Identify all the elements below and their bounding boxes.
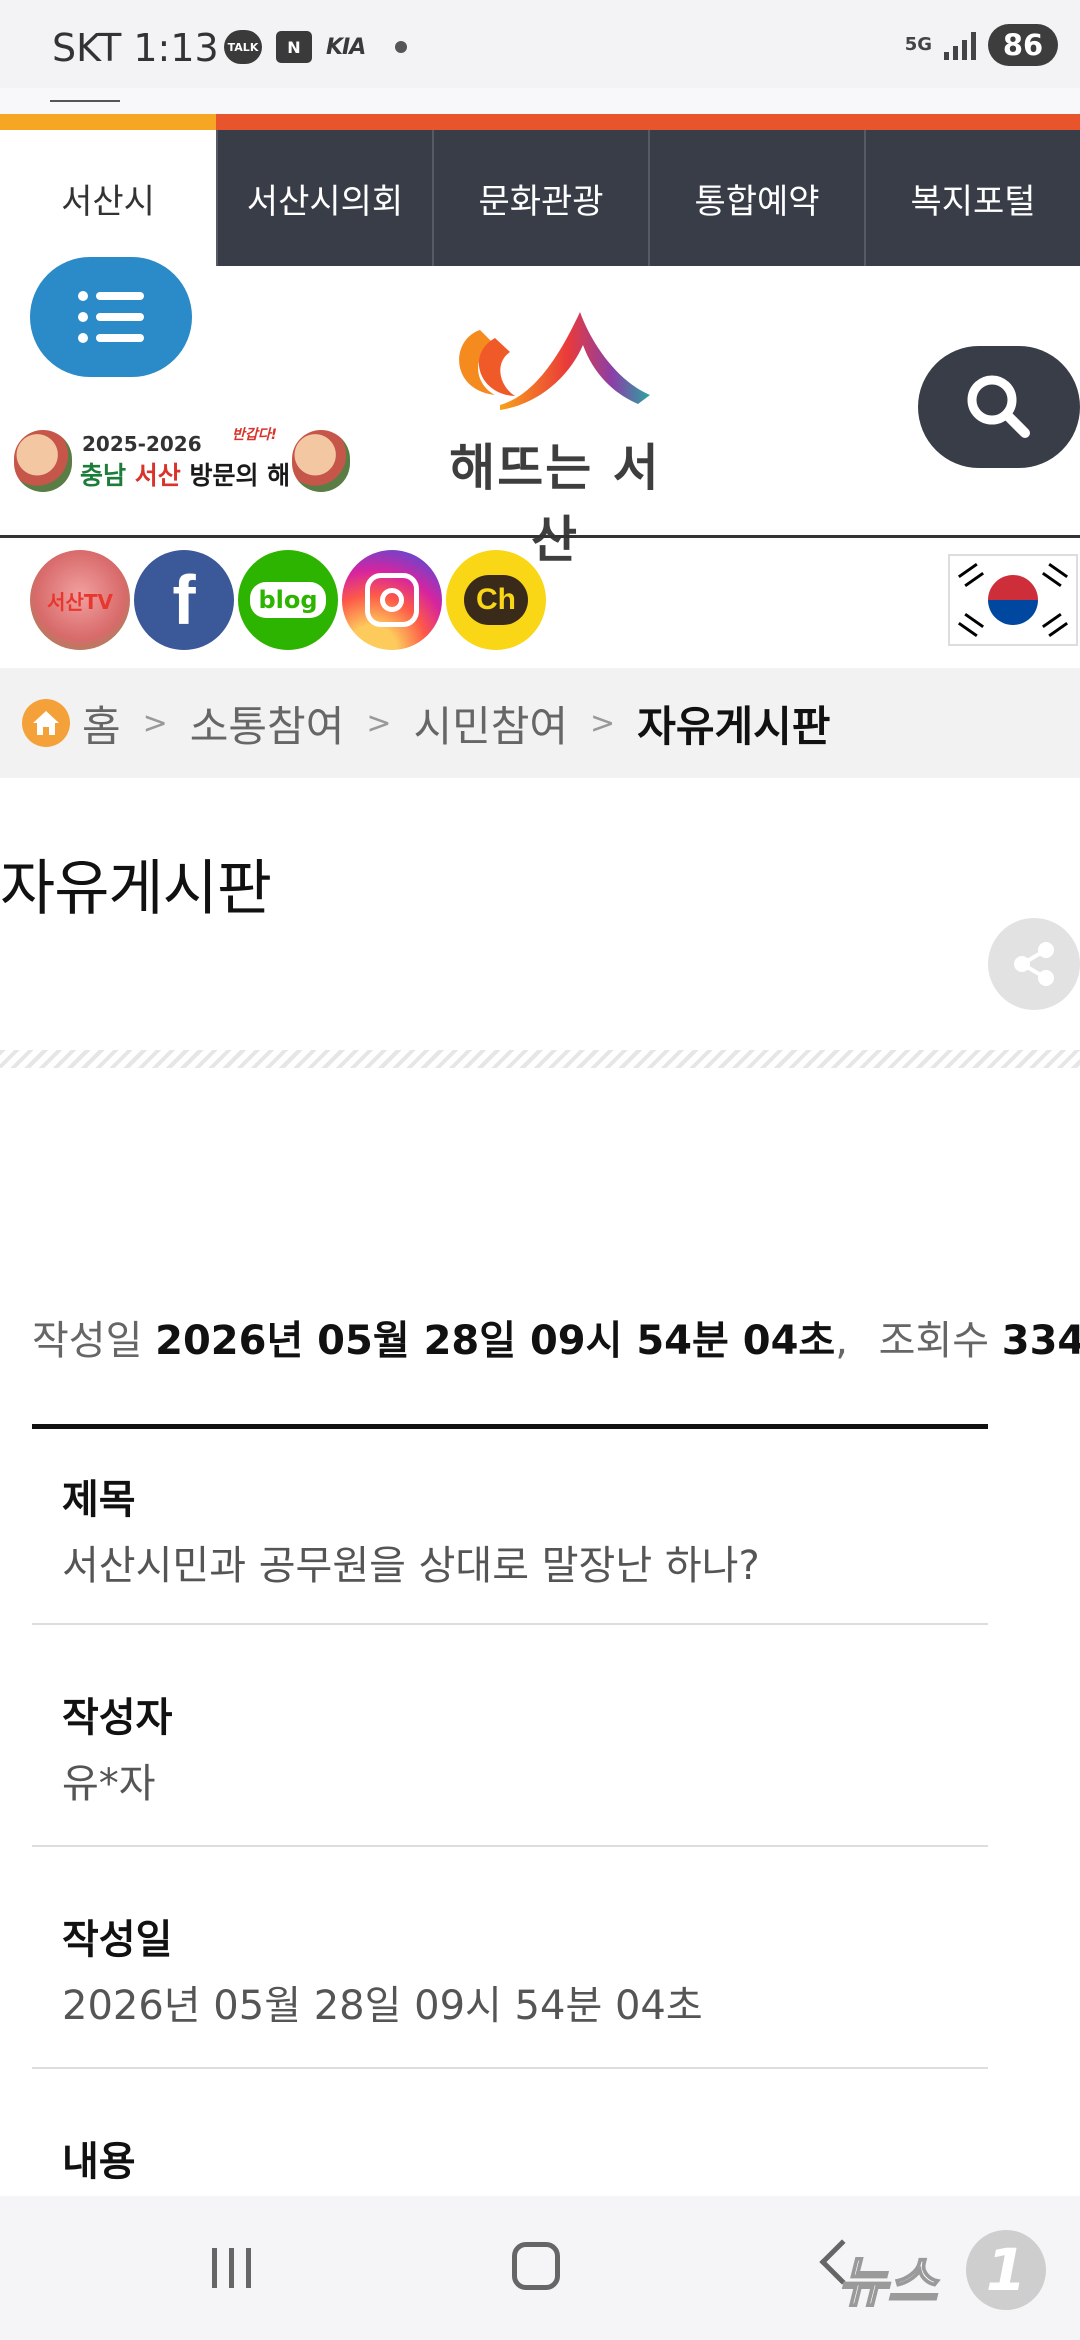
blog-icon: blog: [250, 582, 326, 618]
instagram-link[interactable]: [342, 550, 442, 650]
field-value: 서산시민과 공무원을 상대로 말장난 하나?: [62, 1543, 760, 1589]
system-icons: 5G 86: [905, 24, 1058, 66]
breadcrumb-home[interactable]: 홈: [82, 693, 121, 754]
battery-icon: 86: [988, 24, 1058, 66]
breadcrumb: 홈 > 소통참여 > 시민참여 > 자유게시판: [0, 668, 1080, 778]
field-value: 유*자: [62, 1761, 156, 1807]
news1-logo-icon: 1: [966, 2230, 1046, 2310]
tab-city-council[interactable]: 서산시의회: [216, 130, 432, 266]
sunrise-logo-icon: [459, 312, 650, 410]
field-label: 내용: [62, 2139, 136, 2185]
blog-link[interactable]: blog: [238, 550, 338, 650]
facebook-link[interactable]: f: [134, 550, 234, 650]
kakao-channel-link[interactable]: Ch: [446, 550, 546, 650]
breadcrumb-communication[interactable]: 소통참여: [190, 693, 345, 754]
post-meta: 작성일 2026년 05월 28일 09시 54분 04초, 조회수 334: [32, 1308, 1080, 1366]
home-icon[interactable]: [22, 699, 70, 747]
seosan-tv-link[interactable]: 서산TV: [30, 550, 130, 650]
notification-icons: TALK N KIA: [224, 30, 408, 64]
more-notifications-dot-icon: [395, 41, 408, 53]
breadcrumb-citizen-participation[interactable]: 시민참여: [413, 693, 568, 754]
meta-date-label: 작성일: [32, 1318, 143, 1364]
page-title: 자유게시판: [0, 854, 272, 924]
tab-seosan-city[interactable]: 서산시: [0, 130, 216, 266]
menu-list-icon: [78, 291, 144, 343]
facebook-icon: f: [172, 561, 196, 639]
share-icon: [1014, 942, 1054, 986]
search-icon: [967, 375, 1030, 438]
site-logo[interactable]: 해뜨는 서산: [430, 300, 690, 569]
mascot-right-icon: [292, 430, 350, 492]
tab-integrated-reservation[interactable]: 통합예약: [648, 130, 864, 266]
accent-line-orange: [0, 114, 216, 130]
banner-years: 2025-2026: [82, 432, 202, 456]
kakaotalk-icon: TALK: [224, 30, 262, 64]
header-divider: [0, 535, 1080, 538]
field-label: 작성일: [62, 1917, 173, 1963]
instagram-icon: [365, 573, 419, 627]
visit-year-banner[interactable]: 2025-2026 반갑다! 충남 서산 방문의 해: [14, 420, 350, 500]
post-field-content: 내용: [32, 2069, 988, 2196]
meta-separator: ,: [835, 1318, 848, 1364]
search-button[interactable]: [918, 346, 1080, 468]
network-5g-icon: 5G: [904, 34, 932, 55]
recent-apps-button[interactable]: [212, 2248, 251, 2288]
breadcrumb-current: 자유게시판: [637, 701, 831, 751]
korea-flag-icon: [988, 575, 1038, 625]
field-label: 제목: [62, 1477, 136, 1523]
screen: SKT 1:13 TALK N KIA 5G 86 서산시 서산시의회 문화관광…: [0, 0, 1080, 2340]
kia-icon: KIA: [326, 34, 366, 60]
status-bar: SKT 1:13 TALK N KIA 5G 86: [0, 0, 1080, 88]
scrolled-off-strip: [0, 88, 1080, 114]
banner-slogan: 반갑다!: [232, 427, 278, 443]
kakao-channel-icon: Ch: [464, 575, 528, 625]
field-value: 2026년 05월 28일 09시 54분 04초: [62, 1983, 703, 2029]
share-button[interactable]: [988, 918, 1080, 1010]
post-field-title: 제목 서산시민과 공무원을 상대로 말장난 하나?: [32, 1429, 988, 1625]
banner-title: 충남 서산 방문의 해: [80, 461, 291, 490]
social-links: 서산TV f blog Ch: [30, 550, 546, 650]
hatched-divider: [0, 1050, 1080, 1068]
signal-icon: [944, 30, 976, 60]
chevron-right-icon: >: [590, 705, 616, 741]
chevron-right-icon: >: [366, 705, 392, 741]
strip-icon: [50, 88, 120, 102]
chevron-right-icon: >: [142, 705, 168, 741]
mascot-left-icon: [14, 430, 72, 492]
status-time: SKT 1:13: [52, 26, 219, 70]
tab-culture-tourism[interactable]: 문화관광: [432, 130, 648, 266]
shopping-bag-icon: N: [276, 31, 312, 63]
seosan-tv-icon: 서산TV: [47, 589, 113, 614]
site-tabs: 서산시 서산시의회 문화관광 통합예약 복지포털: [0, 130, 1080, 266]
post-field-author: 작성자 유*자: [32, 1625, 988, 1847]
post-field-date: 작성일 2026년 05월 28일 09시 54분 04초: [32, 1847, 988, 2069]
home-button[interactable]: [512, 2242, 560, 2290]
news1-watermark: 뉴스: [837, 2250, 938, 2315]
accent-line-red: [216, 114, 1080, 130]
meta-date-value: 2026년 05월 28일 09시 54분 04초: [155, 1318, 836, 1364]
meta-views-value: 334: [1001, 1318, 1080, 1364]
tab-welfare-portal[interactable]: 복지포털: [864, 130, 1080, 266]
language-flag-button[interactable]: [948, 554, 1078, 646]
meta-views-label: 조회수: [878, 1318, 990, 1364]
menu-button[interactable]: [30, 257, 192, 377]
field-label: 작성자: [62, 1695, 173, 1741]
